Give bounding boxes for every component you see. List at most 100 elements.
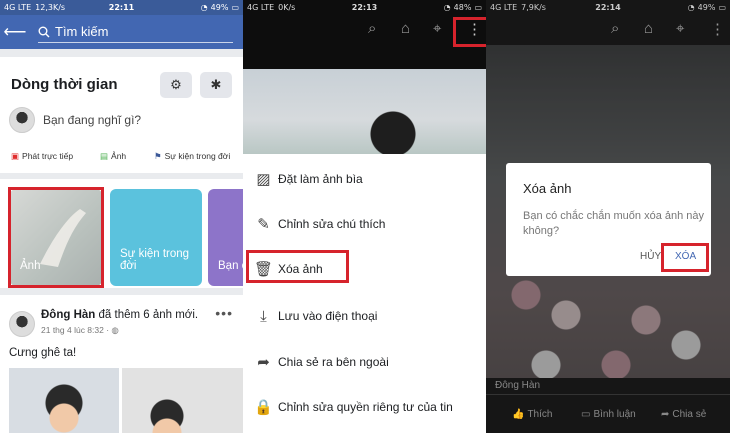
- search-icon[interactable]: ⌕: [368, 20, 376, 37]
- post-avatar[interactable]: [9, 311, 35, 337]
- action-life-event[interactable]: ⚑ Sự kiện trong đời: [154, 151, 230, 162]
- menu-item-edit-caption[interactable]: ✎ Chỉnh sửa chú thích: [243, 211, 486, 237]
- post-time-row: 21 thg 4 lúc 8:32 · ◍: [41, 325, 119, 336]
- network-label: 4G LTE: [4, 3, 32, 12]
- tag-icon[interactable]: ⌂: [401, 20, 410, 37]
- tile-life-events[interactable]: Sự kiện trong đời: [110, 189, 202, 286]
- delete-dialog-panel: 4G LTE 7,9K/s 22:14 ◔ 49% ▭ ⌕ ⌂ ⌖ ⋮ Xóa ản…: [486, 0, 730, 433]
- action-life-event-label: Sự kiện trong đời: [164, 151, 231, 161]
- share-label: Chia sẻ: [672, 409, 707, 420]
- menu-item-save[interactable]: ⤓ Lưu vào điện thoại: [243, 303, 486, 329]
- pencil-icon: ✎: [257, 216, 270, 233]
- share-button[interactable]: ➦ Chia sẻ: [661, 409, 706, 420]
- avatar[interactable]: [9, 107, 35, 133]
- menu-item-label: Chia sẻ ra bên ngoài: [278, 355, 389, 369]
- dialog-title: Xóa ảnh: [523, 181, 572, 196]
- menu-item-set-cover[interactable]: ▨ Đặt làm ảnh bìa: [243, 166, 486, 192]
- highlight-box: [661, 243, 709, 272]
- battery-level: 49%: [697, 3, 716, 12]
- menu-item-label: Đặt làm ảnh bìa: [278, 172, 363, 186]
- post-text: Cưng ghê ta!: [9, 347, 77, 359]
- search-icon[interactable]: ⌕: [611, 20, 619, 37]
- post-action: đã thêm 6 ảnh mới.: [95, 309, 199, 321]
- cancel-button[interactable]: HỦY: [640, 251, 661, 262]
- flag-icon: ⚑: [154, 150, 162, 161]
- lock-icon: 🔒: [254, 399, 273, 416]
- post-author[interactable]: Đông Hàn: [41, 309, 95, 321]
- search-field[interactable]: Tìm kiếm: [38, 21, 233, 43]
- comment-label: Bình luận: [593, 409, 636, 420]
- menu-item-label: Lưu vào điện thoại: [278, 309, 378, 323]
- action-photo-label: Ảnh: [111, 151, 127, 161]
- photo-toolbar: ⌕ ⌂ ⌖ ⋮: [243, 20, 486, 46]
- download-icon: ⤓: [260, 307, 267, 325]
- photo-icon: ▤: [100, 150, 109, 161]
- battery-icon: ▭: [231, 3, 239, 12]
- composer-prompt[interactable]: Bạn đang nghĩ gì?: [43, 113, 141, 127]
- photo-menu-panel: 4G LTE 0K/s 22:13 ◔ 48% ▭ ⌕ ⌂ ⌖ ⋮ ▨ Đặt làm…: [243, 0, 486, 433]
- share-icon: ➦: [661, 409, 670, 420]
- comment-button[interactable]: ▭ Bình luận: [581, 409, 636, 420]
- network-speed: 12,3K/s: [35, 3, 66, 12]
- network-speed: 0K/s: [278, 3, 296, 12]
- wifi-icon: ◔: [443, 3, 451, 12]
- menu-item-label: Chỉnh sửa chú thích: [278, 217, 386, 231]
- share-icon: ➦: [257, 354, 270, 371]
- app-header: ⟵ Tìm kiếm: [0, 15, 243, 49]
- location-icon[interactable]: ⌖: [676, 20, 684, 37]
- battery-level: 49%: [210, 3, 229, 12]
- photo-caption: Đông Hàn: [495, 380, 541, 391]
- page-title: Dòng thời gian: [11, 76, 118, 93]
- settings-button[interactable]: ✱: [200, 72, 232, 98]
- network-speed: 7,9K/s: [521, 3, 546, 12]
- menu-item-share[interactable]: ➦ Chia sẻ ra bên ngoài: [243, 349, 486, 375]
- photo-toolbar: ⌕ ⌂ ⌖ ⋮: [486, 20, 730, 46]
- network-label: 4G LTE: [247, 3, 275, 12]
- photo-icon: ▨: [256, 171, 271, 188]
- battery-level: 48%: [453, 3, 472, 12]
- search-icon: [38, 26, 50, 37]
- status-bar: 4G LTE 0K/s 22:13 ◔ 48% ▭: [243, 0, 486, 15]
- status-bar: 4G LTE 12,3K/s 22:11 ◔ 49% ▭: [0, 0, 243, 15]
- filter-button[interactable]: ⚙: [160, 72, 192, 98]
- live-icon: ▣: [11, 150, 20, 161]
- action-photo[interactable]: ▤ Ảnh: [100, 151, 126, 162]
- timeline-panel: 4G LTE 12,3K/s 22:11 ◔ 49% ▭ ⟵ Tìm kiếm Dò…: [0, 0, 243, 433]
- menu-item-privacy[interactable]: 🔒 Chỉnh sửa quyền riêng tư của tin: [243, 394, 486, 420]
- more-vertical-icon[interactable]: ⋮: [710, 20, 725, 38]
- more-icon[interactable]: •••: [215, 305, 233, 321]
- like-button[interactable]: 👍 Thích: [512, 409, 552, 420]
- like-icon: 👍: [512, 409, 525, 420]
- highlight-box: [453, 17, 486, 47]
- highlight-box: [8, 187, 104, 288]
- comment-icon: ▭: [581, 409, 591, 420]
- wifi-icon: ◔: [200, 3, 208, 12]
- tile-friends-label: Bạn c: [218, 260, 243, 272]
- tile-friends[interactable]: Bạn c: [208, 189, 243, 286]
- composer-actions: ▣ Phát trực tiếp ▤ Ảnh ⚑ Sự kiện trong đời: [0, 146, 243, 166]
- search-placeholder: Tìm kiếm: [55, 24, 109, 39]
- post-photo-2[interactable]: [122, 368, 243, 433]
- globe-icon: ◍: [111, 325, 119, 335]
- like-label: Thích: [527, 409, 553, 420]
- battery-icon: ▭: [718, 3, 726, 12]
- action-live[interactable]: ▣ Phát trực tiếp: [11, 151, 73, 162]
- dialog-message: Bạn có chắc chắn muốn xóa ảnh này không?: [523, 210, 705, 237]
- post-time[interactable]: 21 thg 4 lúc 8:32 ·: [41, 325, 111, 335]
- tile-life-events-label: Sự kiện trong đời: [120, 248, 190, 272]
- back-arrow-icon[interactable]: ⟵: [0, 22, 30, 42]
- battery-icon: ▭: [474, 3, 482, 12]
- post-photo-1[interactable]: [9, 368, 119, 433]
- network-label: 4G LTE: [490, 3, 518, 12]
- post-header: Đông Hàn đã thêm 6 ảnh mới.: [41, 309, 198, 321]
- wifi-icon: ◔: [687, 3, 695, 12]
- divider: [486, 394, 730, 395]
- menu-item-label: Chỉnh sửa quyền riêng tư của tin: [278, 400, 453, 414]
- tag-icon[interactable]: ⌂: [644, 20, 653, 37]
- sliders-icon: ⚙: [170, 77, 182, 92]
- action-live-label: Phát trực tiếp: [22, 151, 74, 161]
- highlight-box: [246, 250, 349, 283]
- location-icon[interactable]: ⌖: [433, 20, 441, 37]
- photo-viewer[interactable]: [243, 69, 486, 154]
- status-bar: 4G LTE 7,9K/s 22:14 ◔ 49% ▭: [486, 0, 730, 15]
